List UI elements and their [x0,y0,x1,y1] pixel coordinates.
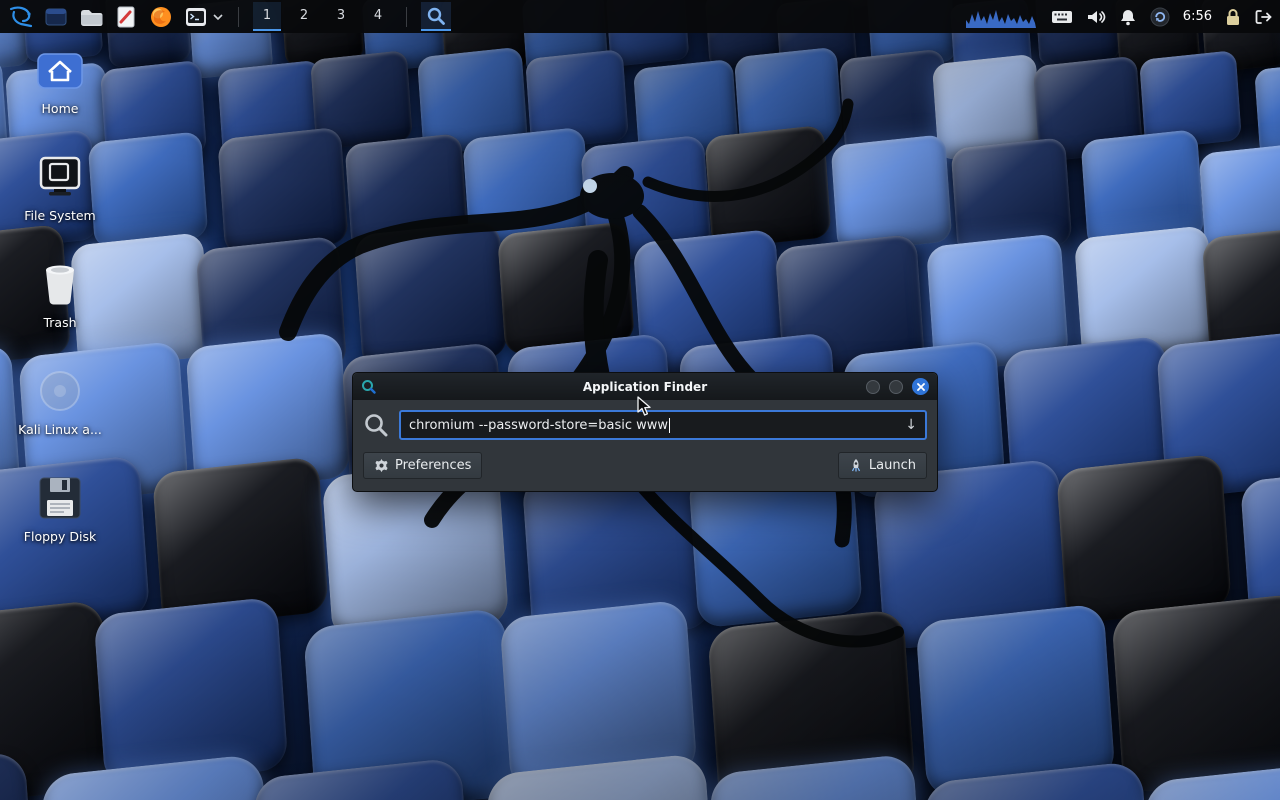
search-input[interactable]: chromium --password-store=basic www ↓ [399,410,927,440]
workspace-1[interactable]: 1 [253,2,281,31]
search-input-value: chromium --password-store=basic www [409,418,668,433]
text-cursor [669,418,670,433]
update-circle-icon [1150,7,1170,27]
desktop-icon-file-system[interactable]: File System [14,153,106,246]
kali-disc-icon [38,369,82,413]
chevron-down-icon [213,13,223,21]
desktop-icon-label: File System [24,208,96,223]
panel-separator [238,7,239,27]
workspace-2[interactable]: 2 [290,2,318,31]
wallpaper-cube [218,126,350,255]
desktop-icon-floppy-disk[interactable]: Floppy Disk [14,474,106,567]
launcher-terminal[interactable] [183,3,209,31]
desktop-icon-label: Kali Linux a... [18,422,102,437]
launcher-application-finder[interactable] [421,2,451,31]
launch-icon [849,458,863,473]
terminal-menu-caret[interactable] [212,3,224,31]
desktop-icon-trash[interactable]: Trash [14,260,106,353]
folder-icon [79,7,103,27]
launcher-window-list[interactable] [43,3,69,31]
search-icon [426,6,446,26]
wallpaper-cube [1111,593,1280,795]
search-icon [363,412,389,438]
volume-control[interactable] [1086,8,1106,26]
panel-left-group: 1 2 3 4 [8,2,451,31]
text-editor-icon [116,6,136,28]
preferences-button[interactable]: Preferences [363,452,482,479]
keyboard-indicator[interactable] [1051,9,1073,25]
launcher-file-manager[interactable] [78,3,104,31]
audio-graph-icon [966,6,1038,28]
log-out-icon [1254,8,1272,26]
home-icon [37,50,83,90]
workspace-4[interactable]: 4 [364,2,392,31]
mouse-cursor [636,396,654,418]
notifications[interactable] [1119,8,1137,26]
floppy-disk-icon [38,476,82,520]
panel-separator [406,7,407,27]
history-dropdown-arrow[interactable]: ↓ [905,418,917,432]
wallpaper-cube [1254,60,1280,158]
trash-icon [40,261,80,307]
window-icon [45,7,67,27]
volume-icon [1086,8,1106,26]
log-out-button[interactable] [1254,8,1272,26]
kali-logo-icon [8,5,34,29]
maximize-button[interactable] [889,380,903,394]
terminal-icon [185,7,207,27]
top-panel: 1 2 3 4 [0,0,1280,33]
preferences-label: Preferences [395,458,471,473]
app-finder-icon [361,379,376,394]
launcher-firefox[interactable] [148,3,174,31]
lock-icon [1225,8,1241,26]
desktop-icon-kali-linux[interactable]: Kali Linux a... [14,367,106,460]
desktop-icon-label: Home [42,101,79,116]
desktop-icon-label: Floppy Disk [24,529,96,544]
wallpaper-cube [93,596,289,787]
close-icon [917,383,925,391]
desktop-icon-label: Trash [43,315,76,330]
application-finder-window: Application Finder chromium --password-s… [352,372,938,492]
button-row: Preferences Launch [363,452,927,479]
workspace-3[interactable]: 3 [327,2,355,31]
close-button[interactable] [912,378,929,395]
kali-menu-button[interactable] [8,3,34,31]
wallpaper-cube [497,222,635,356]
window-buttons [866,378,929,395]
launch-label: Launch [869,458,916,473]
desktop-icon-home[interactable]: Home [14,46,106,139]
keyboard-icon [1051,9,1073,25]
firefox-icon [150,6,172,28]
file-system-icon [37,156,83,198]
clock[interactable]: 6:56 [1183,9,1212,24]
wallpaper-cube [704,125,831,249]
audio-graph-monitor[interactable] [966,6,1038,28]
window-title: Application Finder [353,380,937,394]
bell-icon [1119,8,1137,26]
lock-screen-button[interactable] [1225,8,1241,26]
launcher-text-editor[interactable] [113,3,139,31]
minimize-button[interactable] [866,380,880,394]
updates-indicator[interactable] [1150,7,1170,27]
launch-button[interactable]: Launch [838,452,927,479]
gear-icon [374,458,389,473]
panel-right-group: 6:56 [966,6,1272,28]
desktop-icon-list: Home File System Trash [14,46,106,567]
wallpaper-cube [1056,453,1232,624]
